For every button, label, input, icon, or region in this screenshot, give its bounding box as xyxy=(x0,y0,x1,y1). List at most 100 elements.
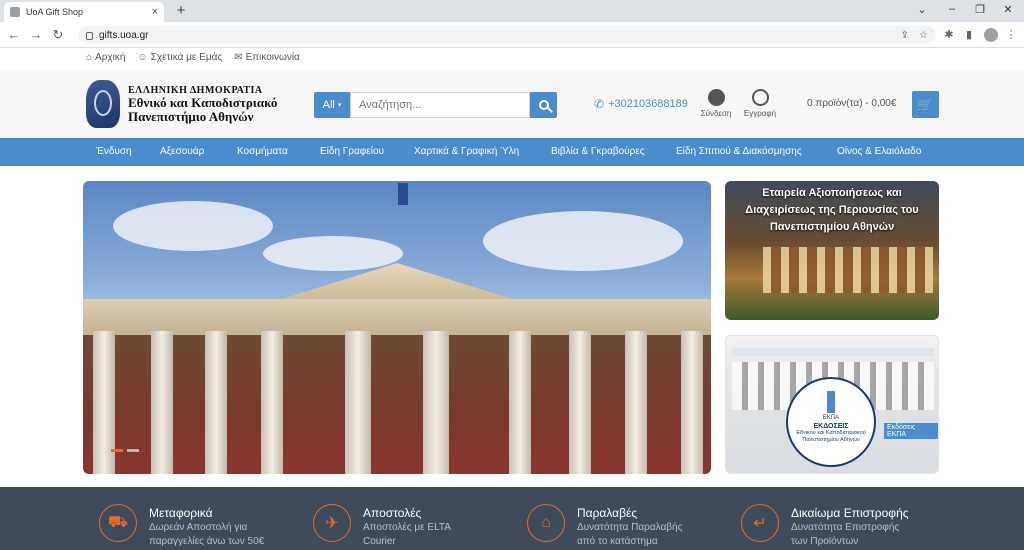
phone-icon: ✆ xyxy=(594,97,605,111)
building-column xyxy=(345,331,371,474)
search-bar: All ▾ xyxy=(314,92,557,118)
cart-button[interactable]: 🛒 xyxy=(912,91,939,118)
flag-shape xyxy=(398,183,408,205)
building-column xyxy=(569,331,591,474)
cart-icon: 🛒 xyxy=(917,96,934,112)
cart-summary[interactable]: 0 προϊόν(τα) - 0,00€ xyxy=(807,98,896,109)
site-header: ΕΛΛΗΝΙΚΗ ΔΗΜΟΚΡΑΤΙΑ Εθνικό και Καποδιστρ… xyxy=(0,70,1024,138)
home-icon: ⌂ xyxy=(86,52,93,63)
user-circle-icon xyxy=(707,89,725,106)
search-category-dropdown[interactable]: All ▾ xyxy=(314,92,350,118)
plane-icon: ✈ xyxy=(313,504,351,542)
hero-slider[interactable] xyxy=(83,181,711,474)
profile-avatar[interactable] xyxy=(984,28,998,42)
feature-line: Δωρεάν Αποστολή για xyxy=(149,522,248,533)
register-label: Εγγραφή xyxy=(743,109,777,118)
slider-dot[interactable] xyxy=(127,449,139,452)
maximize-icon[interactable]: ❐ xyxy=(972,3,988,16)
browser-tab[interactable]: UoA Gift Shop × xyxy=(4,2,164,22)
feature-delivery: ✈ Αποστολές Αποστολές με ELTA Courier xyxy=(313,504,451,548)
nav-item-books[interactable]: Βιβλία & Γκραβούρες xyxy=(551,146,645,157)
reload-icon[interactable]: ↻ xyxy=(50,27,66,43)
search-button[interactable] xyxy=(530,92,557,118)
building-column xyxy=(681,331,703,474)
logo-line-2: Εθνικό και Καποδιστριακό xyxy=(128,94,278,110)
nav-item-jewelry[interactable]: Κοσμήματα xyxy=(237,146,288,157)
browser-tabbar: UoA Gift Shop × + ⌄ – ❐ ✕ xyxy=(0,0,1024,22)
slider-dot[interactable] xyxy=(111,449,123,452)
return-icon: ↵ xyxy=(741,504,779,542)
nav-item-stationery[interactable]: Χαρτικά & Γραφική Ύλη xyxy=(414,146,519,157)
phone-number: +302103688189 xyxy=(608,98,688,110)
logo-line-1: ΕΛΛΗΝΙΚΗ ΔΗΜΟΚΡΑΤΙΑ xyxy=(128,84,263,96)
tab-search-icon[interactable]: ⌄ xyxy=(914,3,930,16)
building-column xyxy=(93,331,115,474)
feature-line: Αποστολές με ELTA xyxy=(363,522,451,533)
compass-icon xyxy=(751,89,769,106)
toplink-about[interactable]: ☺ Σχετικά με Εμάς xyxy=(137,52,222,63)
feature-pickup: ⌂ Παραλαβές Δυνατότητα Παραλαβής από το … xyxy=(527,504,682,548)
sidebar-icon[interactable]: ▮ xyxy=(962,28,976,41)
feature-line: Δυνατότητα Παραλαβής xyxy=(577,522,683,533)
minimize-icon[interactable]: – xyxy=(944,3,960,15)
toplink-label: Αρχική xyxy=(95,52,126,63)
logo-line-3: Πανεπιστήμιο Αθηνών xyxy=(128,108,254,124)
university-logo[interactable]: ΕΛΛΗΝΙΚΗ ΔΗΜΟΚΡΑΤΙΑ Εθνικό και Καποδιστρ… xyxy=(86,80,277,128)
cloud-shape xyxy=(263,236,403,271)
cloud-shape xyxy=(483,211,683,271)
feature-title: Παραλαβές xyxy=(577,506,638,520)
athena-emblem-icon xyxy=(86,80,120,128)
toplink-home[interactable]: ⌂ Αρχική xyxy=(86,52,125,63)
forward-icon[interactable]: → xyxy=(28,27,44,42)
building-column xyxy=(509,331,531,474)
favicon-icon xyxy=(10,7,20,17)
nav-item-clothing[interactable]: Ένδυση xyxy=(96,146,132,157)
banner-header-strip xyxy=(732,348,934,356)
search-input[interactable] xyxy=(350,92,530,118)
login-label: Σύνδεση xyxy=(700,109,732,118)
phone-link[interactable]: ✆ +302103688189 xyxy=(594,97,688,111)
building-column xyxy=(261,331,283,474)
bookmark-star-icon[interactable]: ☆ xyxy=(919,30,928,41)
back-icon[interactable]: ← xyxy=(6,27,22,42)
tab-close-icon[interactable]: × xyxy=(152,6,158,18)
nav-item-office[interactable]: Είδη Γραφείου xyxy=(320,146,384,157)
extensions-icon[interactable]: ✱ xyxy=(942,28,956,41)
search-category-label: All xyxy=(322,99,335,111)
feature-line: των Προϊόντων xyxy=(791,536,859,547)
emblem-sub: Εθνικού και Καποδιστριακού Πανεπιστημίου… xyxy=(796,430,866,443)
truck-icon: ⛟ xyxy=(99,504,137,542)
url-text: gifts.uoa.gr xyxy=(99,29,149,41)
url-field[interactable]: gifts.uoa.gr ⇪ ☆ xyxy=(78,26,936,44)
feature-line: Courier xyxy=(363,536,396,547)
emblem-title: ΕΚΔΟΣΕΙΣ xyxy=(813,423,849,430)
feature-returns: ↵ Δικαίωμα Επιστροφής Δυνατότητα Επιστρο… xyxy=(741,504,909,548)
features-bar: ⛟ Μεταφορικά Δωρεάν Αποστολή για παραγγε… xyxy=(0,487,1024,550)
publications-emblem: ΕΚΠΑ ΕΚΔΟΣΕΙΣ Εθνικού και Καποδιστριακού… xyxy=(786,377,876,467)
menu-icon[interactable]: ⋮ xyxy=(1004,28,1018,41)
store-icon: ⌂ xyxy=(527,504,565,542)
new-tab-button[interactable]: + xyxy=(172,2,190,20)
share-icon[interactable]: ⇪ xyxy=(901,30,909,41)
side-banner-publications[interactable]: Εκδόσεις ΕΚΠΑ ΕΚΠΑ ΕΚΔΟΣΕΙΣ Εθνικού και … xyxy=(725,335,939,474)
tab-title: UoA Gift Shop xyxy=(26,7,84,17)
pillar-icon xyxy=(827,391,835,413)
side-banner-property-company[interactable]: Εταιρεία Αξιοποιήσεως και Διαχειρίσεως τ… xyxy=(725,181,939,320)
building-facade xyxy=(83,335,711,474)
feature-line: Δυνατότητα Επιστροφής xyxy=(791,522,900,533)
nav-item-accessories[interactable]: Αξεσουάρ xyxy=(160,146,204,157)
toplink-label: Σχετικά με Εμάς xyxy=(150,52,223,63)
feature-title: Δικαίωμα Επιστροφής xyxy=(791,506,909,520)
register-button[interactable]: Εγγραφή xyxy=(742,89,778,118)
category-nav: Ένδυση Αξεσουάρ Κοσμήματα Είδη Γραφείου … xyxy=(0,138,1024,166)
building-column xyxy=(423,331,449,474)
close-window-icon[interactable]: ✕ xyxy=(1000,3,1016,16)
toplink-label: Επικοινωνία xyxy=(245,52,300,63)
nav-item-wine-oil[interactable]: Οίνος & Ελαιόλαδο xyxy=(837,146,921,157)
emblem-top: ΕΚΠΑ xyxy=(822,415,840,421)
nav-item-home-decor[interactable]: Είδη Σπιτιού & Διακόσμησης xyxy=(676,146,802,157)
login-button[interactable]: Σύνδεση xyxy=(698,89,734,118)
toplink-contact[interactable]: ✉ Επικοινωνία xyxy=(234,52,300,63)
building-colonnade xyxy=(763,247,933,293)
mail-icon: ✉ xyxy=(234,52,243,63)
